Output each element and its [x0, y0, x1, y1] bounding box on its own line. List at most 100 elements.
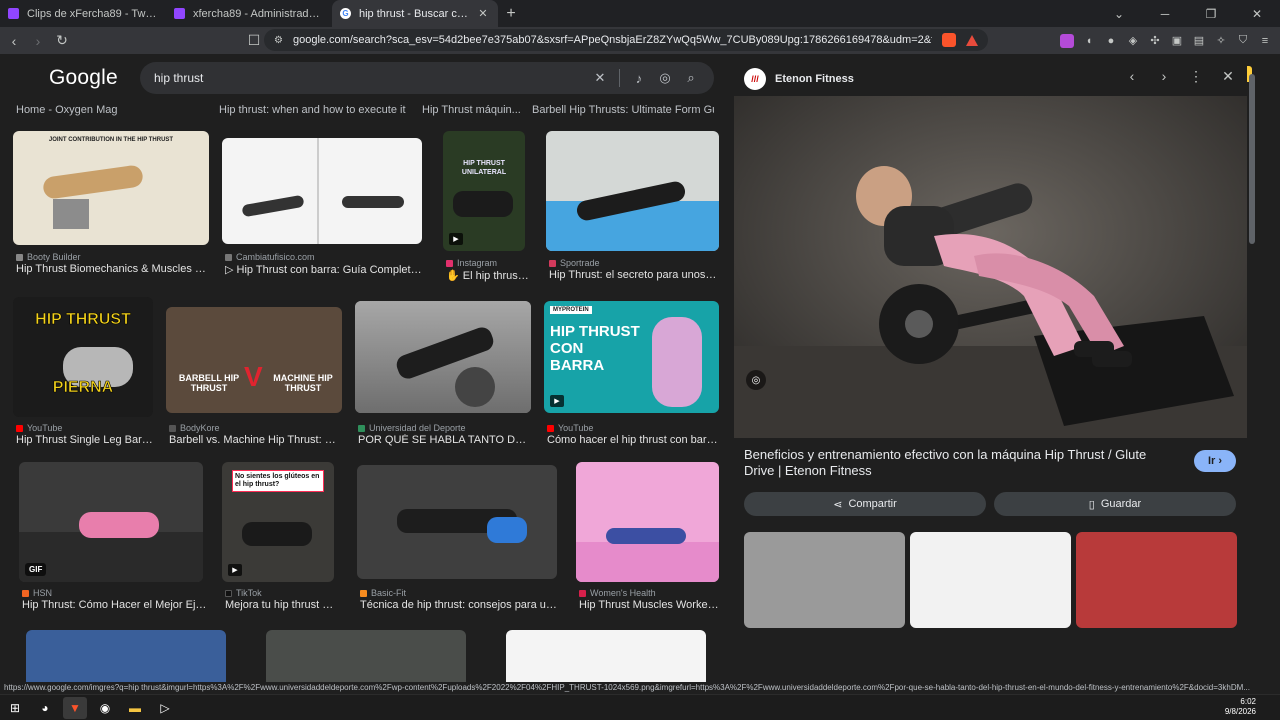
- reload-button[interactable]: ↻: [52, 32, 72, 49]
- result-thumbnail[interactable]: BARBELL HIP THRUST V MACHINE HIP THRUST: [166, 307, 342, 413]
- brave-rewards-icon[interactable]: [966, 34, 978, 46]
- result-source[interactable]: BodyKore: [169, 423, 220, 433]
- result-thumbnail[interactable]: [26, 630, 226, 682]
- related-image[interactable]: [910, 532, 1071, 628]
- search-icon[interactable]: ⌕: [678, 70, 704, 86]
- tab-search-icon[interactable]: ⌄: [1096, 7, 1142, 21]
- extension-icon[interactable]: ●: [1104, 34, 1118, 48]
- brave-browser-icon[interactable]: ▼: [63, 696, 87, 719]
- mic-icon[interactable]: ♪: [626, 71, 652, 86]
- result-caption[interactable]: Hip Thrust Single Leg Barbell...: [16, 434, 156, 446]
- vpn-shield-icon[interactable]: ⛉: [1236, 34, 1250, 48]
- new-tab-button[interactable]: +: [498, 5, 524, 23]
- system-clock[interactable]: 6:02 9/8/2026: [1225, 697, 1256, 717]
- next-icon[interactable]: ›: [1155, 68, 1173, 85]
- result-source[interactable]: Universidad del Deporte: [358, 423, 466, 433]
- extension-icon[interactable]: ◈: [1126, 34, 1140, 48]
- result-thumbnail[interactable]: GIF: [19, 462, 203, 582]
- result-thumbnail[interactable]: HIP THRUST PIERNA: [13, 297, 153, 417]
- result-thumbnail[interactable]: [576, 462, 719, 582]
- result-thumbnail[interactable]: [355, 301, 531, 413]
- site-info-icon[interactable]: ⚙: [274, 35, 283, 46]
- site-logo[interactable]: ///: [744, 68, 766, 90]
- top-caption[interactable]: Barbell Hip Thrusts: Ultimate Form Guid.…: [532, 104, 714, 116]
- site-name[interactable]: Etenon Fitness: [775, 73, 854, 85]
- result-caption[interactable]: Hip Thrust: el secreto para unos glút...: [549, 269, 719, 281]
- maximize-button[interactable]: ❐: [1188, 7, 1234, 21]
- close-tab-icon[interactable]: ✕: [476, 7, 490, 20]
- result-caption[interactable]: Hip Thrust Biomechanics & Muscles Work..…: [16, 263, 208, 275]
- preview-image[interactable]: [734, 96, 1247, 438]
- app-icon[interactable]: ◉: [93, 697, 117, 719]
- start-icon[interactable]: ⊞: [3, 697, 27, 719]
- result-caption[interactable]: POR QUÉ SE HABLA TANTO DEL HI...: [358, 434, 532, 446]
- extension-icon[interactable]: [1060, 33, 1074, 48]
- result-caption[interactable]: Barbell vs. Machine Hip Thrust: What'...: [169, 434, 345, 446]
- media-player-icon[interactable]: ▷: [153, 697, 177, 719]
- close-icon[interactable]: ✕: [1219, 68, 1237, 85]
- result-caption[interactable]: Hip Thrust Muscles Worked: ...: [579, 599, 719, 611]
- lens-search-icon[interactable]: ◎: [746, 370, 766, 390]
- result-thumbnail[interactable]: HIP THRUST UNILATERAL ▶: [443, 131, 525, 251]
- scrollbar-thumb[interactable]: [1249, 74, 1255, 244]
- menu-icon[interactable]: ≡: [1258, 34, 1272, 48]
- search-box[interactable]: ✕ ♪ ◎ ⌕: [140, 62, 714, 94]
- address-bar[interactable]: ⚙ google.com/search?sca_esv=54d2bee7e375…: [264, 29, 988, 51]
- result-source[interactable]: Cambiatufisico.com: [225, 252, 315, 262]
- result-thumbnail[interactable]: [357, 465, 557, 579]
- result-source[interactable]: YouTube: [16, 423, 62, 433]
- result-thumbnail[interactable]: MYPROTEIN HIP THRUST CON BARRA ▶: [544, 301, 719, 413]
- related-image[interactable]: [744, 532, 905, 628]
- result-thumbnail[interactable]: No sientes los glúteos en el hip thrust?…: [222, 462, 334, 582]
- result-source[interactable]: YouTube: [547, 423, 593, 433]
- tab-twitch-admin[interactable]: xfercha89 - Administrador de clips -: [166, 0, 332, 27]
- bookmark-icon[interactable]: ☐: [244, 32, 264, 49]
- result-caption[interactable]: Técnica de hip thrust: consejos para uno…: [360, 599, 560, 611]
- result-source[interactable]: Basic-Fit: [360, 588, 406, 598]
- file-explorer-icon[interactable]: ▬: [123, 697, 147, 719]
- result-source[interactable]: TikTok: [225, 588, 262, 598]
- share-button[interactable]: ⋖ Compartir: [744, 492, 986, 516]
- tab-twitch-clips[interactable]: Clips de xFercha89 - Twitch: [0, 0, 166, 27]
- lens-icon[interactable]: ◎: [652, 70, 678, 86]
- audio-icon[interactable]: ◖: [1082, 34, 1096, 48]
- panel-scrollbar[interactable]: [1248, 62, 1256, 628]
- result-caption[interactable]: ✋ El hip thrust uni...: [446, 269, 530, 282]
- app-icon[interactable]: ◕: [33, 697, 57, 719]
- result-source[interactable]: Instagram: [446, 258, 497, 268]
- top-caption[interactable]: Home - Oxygen Mag: [16, 104, 206, 116]
- wallet-icon[interactable]: ▤: [1192, 34, 1206, 48]
- result-thumbnail[interactable]: JOINT CONTRIBUTION IN THE HIP THRUST: [13, 131, 209, 245]
- result-thumbnail[interactable]: [266, 630, 466, 682]
- result-thumbnail[interactable]: [546, 131, 719, 251]
- clear-icon[interactable]: ✕: [587, 70, 613, 86]
- top-caption[interactable]: Hip thrust: when and how to execute it -…: [219, 104, 409, 116]
- previous-icon[interactable]: ‹: [1123, 68, 1141, 85]
- back-button[interactable]: ‹: [4, 33, 24, 49]
- result-source[interactable]: Booty Builder: [16, 252, 81, 262]
- minimize-button[interactable]: ─: [1142, 7, 1188, 21]
- top-caption[interactable]: Hip Thrust máquin...: [422, 104, 522, 116]
- search-input[interactable]: [154, 71, 587, 85]
- google-logo[interactable]: Google: [49, 66, 118, 90]
- extensions-puzzle-icon[interactable]: ✣: [1148, 34, 1162, 48]
- related-image[interactable]: [1076, 532, 1237, 628]
- panel-title[interactable]: Beneficios y entrenamiento efectivo con …: [744, 447, 1164, 479]
- result-source[interactable]: Sportrade: [549, 258, 600, 268]
- result-thumbnail[interactable]: [506, 630, 706, 682]
- visit-button[interactable]: Ir ›: [1194, 450, 1236, 472]
- result-source[interactable]: Women's Health: [579, 588, 656, 598]
- brave-shields-icon[interactable]: [942, 33, 956, 47]
- url-text[interactable]: google.com/search?sca_esv=54d2bee7e375ab…: [293, 34, 932, 46]
- result-caption[interactable]: Hip Thrust: Cómo Hacer el Mejor Ejercici…: [22, 599, 210, 611]
- sidebar-icon[interactable]: ▣: [1170, 34, 1184, 48]
- close-window-button[interactable]: ✕: [1234, 7, 1280, 21]
- save-button[interactable]: ▯ Guardar: [994, 492, 1236, 516]
- forward-button[interactable]: ›: [28, 33, 48, 49]
- leo-ai-icon[interactable]: ✧: [1214, 34, 1228, 48]
- more-options-icon[interactable]: ⋮: [1187, 68, 1205, 85]
- result-caption[interactable]: ▷ Hip Thrust con barra: Guía Completa pa…: [225, 263, 425, 276]
- result-caption[interactable]: Cómo hacer el hip thrust con barra? -...: [547, 434, 719, 446]
- result-thumbnail[interactable]: [222, 138, 422, 244]
- result-source[interactable]: HSN: [22, 588, 52, 598]
